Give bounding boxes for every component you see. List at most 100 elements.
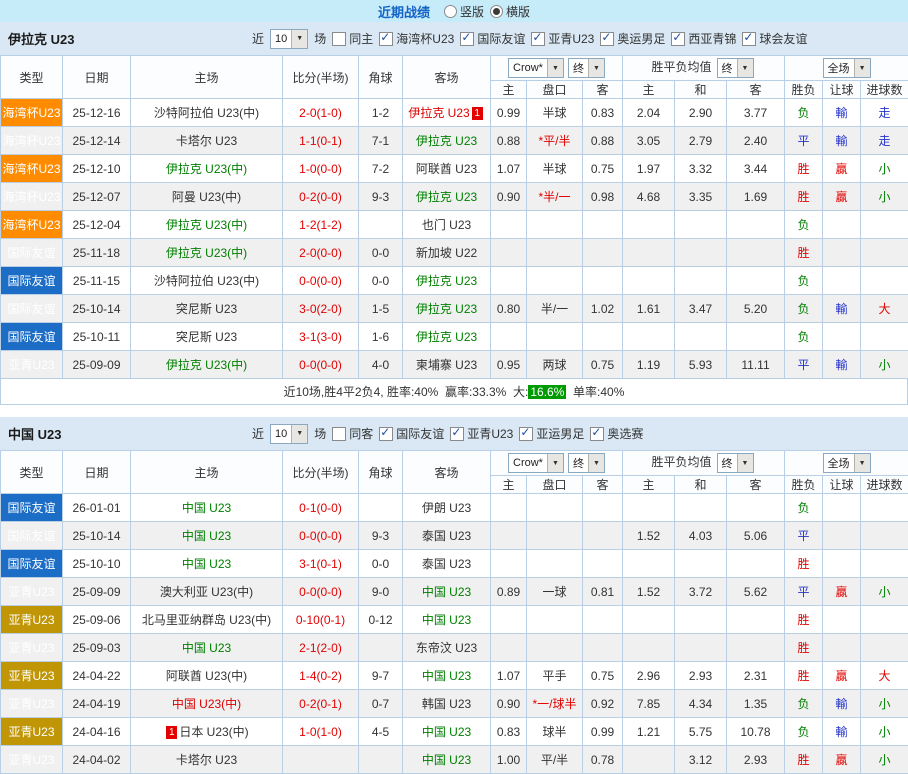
team-name[interactable]: 伊拉克 U23 — [416, 190, 477, 204]
filter-checkbox[interactable]: 奥运男足 — [600, 30, 665, 47]
filter-checkbox[interactable]: 国际友谊 — [379, 425, 444, 442]
team-name[interactable]: 中国 U23 — [182, 529, 231, 543]
team-name[interactable]: 沙特阿拉伯 U23(中) — [154, 274, 259, 288]
score-text[interactable]: 0-0(0-0) — [299, 585, 342, 599]
team-name[interactable]: 也门 U23 — [422, 218, 471, 232]
recent-count-select[interactable]: 10▼ — [270, 29, 308, 49]
chevron-down-icon: ▼ — [854, 59, 870, 77]
team-name[interactable]: 中国 U23 — [422, 669, 471, 683]
team-name[interactable]: 卡塔尔 U23 — [176, 753, 237, 767]
result-cell: 平 — [785, 351, 823, 379]
score-text[interactable]: 0-2(0-0) — [299, 190, 342, 204]
team-name[interactable]: 沙特阿拉伯 U23(中) — [154, 106, 259, 120]
team-name[interactable]: 中国 U23 — [422, 585, 471, 599]
scope-select[interactable]: 全场▼ — [823, 58, 871, 78]
score-text[interactable]: 0-1(0-0) — [299, 501, 342, 515]
score-text[interactable]: 0-0(0-0) — [299, 274, 342, 288]
score-text[interactable]: 0-0(0-0) — [299, 529, 342, 543]
layout-radio-horizontal[interactable]: 横版 — [490, 3, 530, 20]
type-cell: 国际友谊 — [1, 323, 63, 351]
corner-cell: 0-0 — [359, 550, 403, 578]
filter-checkbox[interactable]: 亚青U23 — [531, 30, 594, 47]
recent-count-select[interactable]: 10▼ — [270, 424, 308, 444]
team-name[interactable]: 泰国 U23 — [422, 529, 471, 543]
handicap-result-cell: 輸 — [823, 690, 861, 718]
team-name[interactable]: 中国 U23 — [182, 501, 231, 515]
score-text[interactable]: 0-10(0-1) — [296, 613, 345, 627]
goals-result-cell: 大 — [861, 662, 908, 690]
team-name[interactable]: 中国 U23 — [422, 753, 471, 767]
team-name[interactable]: 泰国 U23 — [422, 557, 471, 571]
summary-highlight: 16.6% — [528, 385, 566, 399]
team-name[interactable]: 伊拉克 U23 — [416, 302, 477, 316]
filter-checkbox[interactable]: 球会友谊 — [742, 30, 807, 47]
score-text[interactable]: 1-1(0-1) — [299, 134, 342, 148]
team-name[interactable]: 阿联酋 U23(中) — [166, 669, 247, 683]
scope-select[interactable]: 全场▼ — [823, 453, 871, 473]
away-team-cell: 泰国 U23 — [403, 550, 491, 578]
score-text[interactable]: 3-1(3-0) — [299, 330, 342, 344]
team-name[interactable]: 中国 U23 — [422, 613, 471, 627]
same-venue-checkbox[interactable]: 同主 — [332, 30, 373, 47]
near-label: 近 — [252, 30, 264, 47]
team-name[interactable]: 伊拉克 U23 — [416, 330, 477, 344]
score-text[interactable]: 2-1(2-0) — [299, 641, 342, 655]
filter-checkbox[interactable]: 亚运男足 — [519, 425, 584, 442]
chevron-down-icon: ▼ — [291, 425, 307, 443]
team-name[interactable]: 伊拉克 U23(中) — [166, 162, 247, 176]
team-name[interactable]: 柬埔寨 U23 — [416, 358, 477, 372]
score-text[interactable]: 3-1(0-1) — [299, 557, 342, 571]
team-name[interactable]: 卡塔尔 U23 — [176, 134, 237, 148]
team-name[interactable]: 伊拉克 U23(中) — [166, 358, 247, 372]
team-name[interactable]: 东帝汶 U23 — [416, 641, 477, 655]
team-name[interactable]: 伊拉克 U23 — [416, 274, 477, 288]
avg-odds-label: 胜平负均值 — [652, 455, 712, 469]
score-text[interactable]: 2-0(0-0) — [299, 246, 342, 260]
type-cell: 亚青U23 — [1, 606, 63, 634]
score-text[interactable]: 0-2(0-1) — [299, 697, 342, 711]
team-name[interactable]: 中国 U23 — [182, 557, 231, 571]
team-name[interactable]: 澳大利亚 U23(中) — [160, 585, 253, 599]
filter-checkbox[interactable]: 西亚青锦 — [671, 30, 736, 47]
score-text[interactable]: 1-2(1-2) — [299, 218, 342, 232]
odds-company-select[interactable]: Crow*▼ — [508, 58, 564, 78]
team-name[interactable]: 突尼斯 U23 — [176, 302, 237, 316]
team-name[interactable]: 中国 U23 — [422, 725, 471, 739]
team-name[interactable]: 伊拉克 U23 — [408, 106, 469, 120]
same-venue-checkbox[interactable]: 同客 — [332, 425, 373, 442]
score-text[interactable]: 2-0(1-0) — [299, 106, 342, 120]
team-name[interactable]: 伊拉克 U23 — [416, 134, 477, 148]
score-text[interactable]: 1-0(0-0) — [299, 162, 342, 176]
score-text[interactable]: 3-0(2-0) — [299, 302, 342, 316]
team-name[interactable]: 新加坡 U22 — [416, 246, 477, 260]
team-name[interactable]: 阿曼 U23(中) — [172, 190, 241, 204]
team-name[interactable]: 韩国 U23 — [422, 697, 471, 711]
team-name[interactable]: 突尼斯 U23 — [176, 330, 237, 344]
team-name[interactable]: 日本 U23(中) — [179, 725, 248, 739]
team-name[interactable]: 伊拉克 U23(中) — [166, 246, 247, 260]
type-cell: 亚青U23 — [1, 690, 63, 718]
team-name[interactable]: 阿联酋 U23 — [416, 162, 477, 176]
score-text[interactable]: 1-4(0-2) — [299, 669, 342, 683]
filter-checkbox[interactable]: 奥选赛 — [590, 425, 643, 442]
team-name[interactable]: 中国 U23(中) — [172, 697, 241, 711]
match-row: 亚青U2325-09-03中国 U232-1(2-0)东帝汶 U23胜 — [1, 634, 908, 662]
odds-time-select[interactable]: 终▼ — [568, 453, 605, 473]
odds-company-select[interactable]: Crow*▼ — [508, 453, 564, 473]
team-name[interactable]: 中国 U23 — [182, 641, 231, 655]
odds-time-select[interactable]: 终▼ — [568, 58, 605, 78]
score-text[interactable]: 0-0(0-0) — [299, 358, 342, 372]
avg-time-select[interactable]: 终▼ — [717, 453, 754, 473]
avg-time-select[interactable]: 终▼ — [717, 58, 754, 78]
filter-checkbox[interactable]: 亚青U23 — [450, 425, 513, 442]
score-text[interactable]: 1-0(1-0) — [299, 725, 342, 739]
filter-checkbox[interactable]: 海湾杯U23 — [379, 30, 454, 47]
type-cell: 国际友谊 — [1, 494, 63, 522]
team-name[interactable]: 伊拉克 U23(中) — [166, 218, 247, 232]
team-name[interactable]: 伊朗 U23 — [422, 501, 471, 515]
filter-checkbox[interactable]: 国际友谊 — [460, 30, 525, 47]
type-cell: 海湾杯U23 — [1, 127, 63, 155]
header-row: 类型日期主场比分(半场)角球客场Crow*▼终▼胜平负均值终▼全场▼ — [1, 451, 908, 476]
layout-radio-vertical[interactable]: 竖版 — [444, 3, 484, 20]
team-name[interactable]: 北马里亚纳群岛 U23(中) — [142, 613, 271, 627]
